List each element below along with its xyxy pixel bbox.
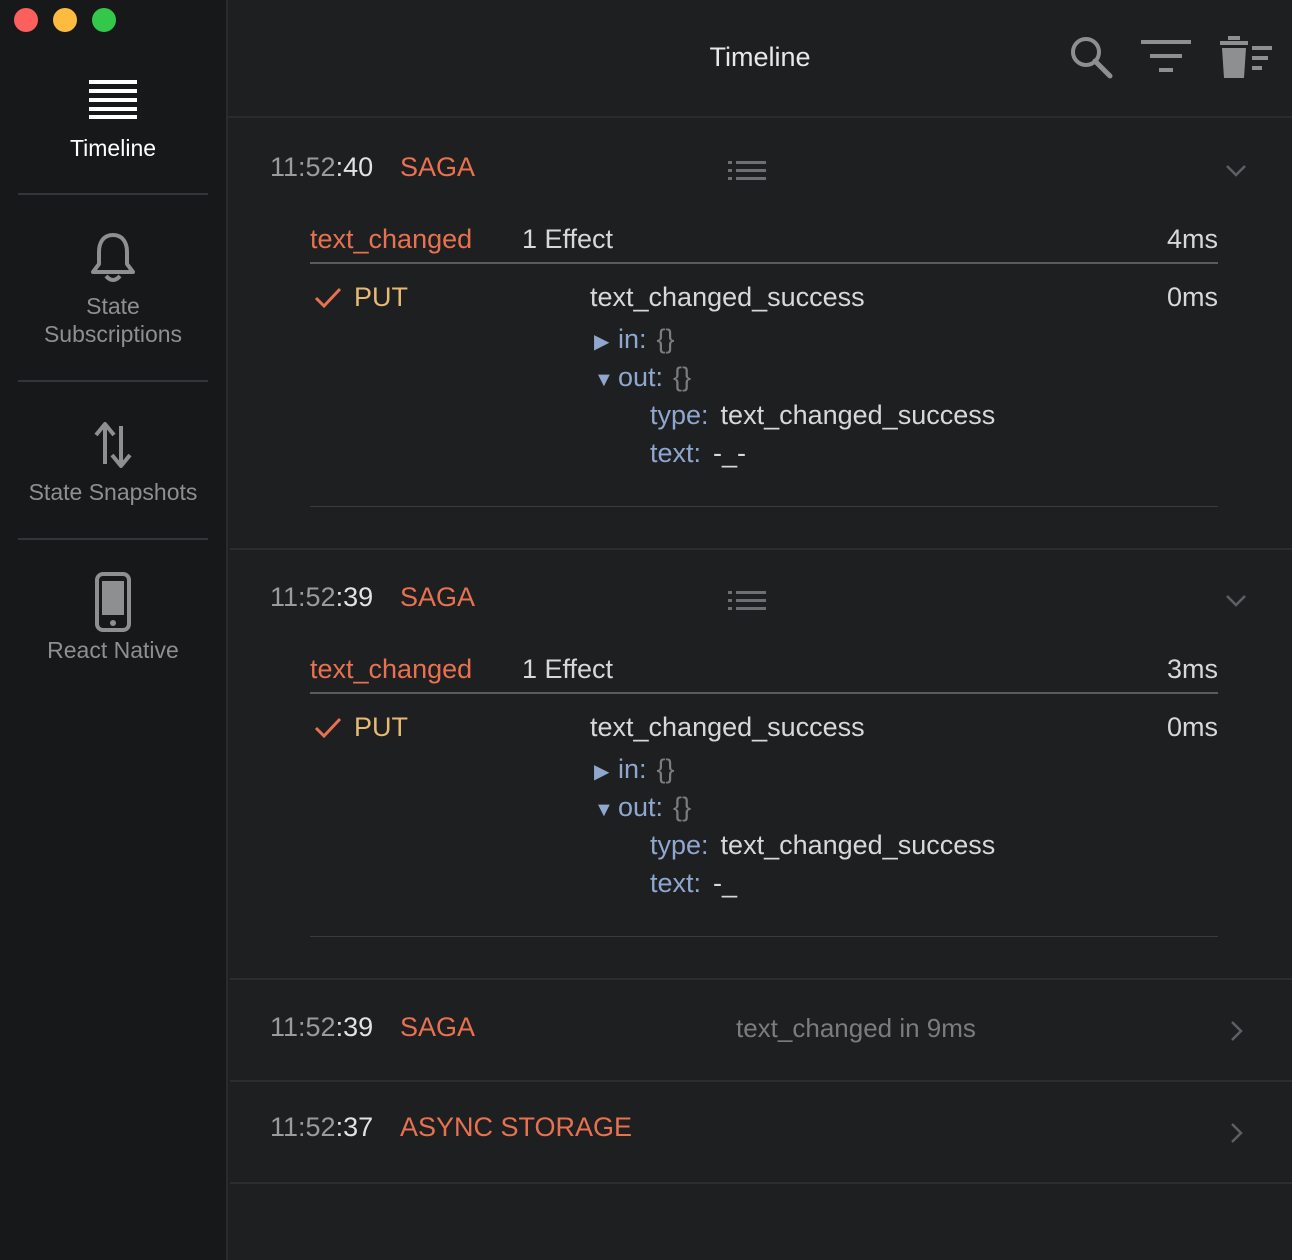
- sidebar-item-label: State: [86, 293, 140, 319]
- entry-time: 11:52:39: [270, 582, 374, 612]
- timeline-entry[interactable]: 11:52:39 SAGA text_changed 1 Effect 3ms …: [230, 550, 1292, 980]
- close-window-button[interactable]: [14, 8, 38, 32]
- saga-name: text_changed: [310, 654, 473, 684]
- tree-node-out[interactable]: ▼ out:{}: [594, 792, 691, 823]
- timeline-entry[interactable]: 11:52:39 SAGA text_changed in 9ms: [230, 980, 1292, 1082]
- window-controls: [14, 8, 116, 32]
- chevron-down-icon[interactable]: [1225, 594, 1247, 608]
- entry-time: 11:52:37: [270, 1112, 374, 1142]
- timeline-entry[interactable]: 11:52:40 SAGA text_changed 1 Effect 4ms …: [230, 120, 1292, 550]
- triangle-right-icon[interactable]: ▶: [594, 329, 618, 354]
- maximize-window-button[interactable]: [92, 8, 116, 32]
- chevron-down-icon[interactable]: [1225, 164, 1247, 178]
- saga-effect: PUT text_changed_success 0ms ▶ in:{} ▼ out…: [310, 712, 1218, 937]
- tree-leaf-type: type: text_changed_success: [650, 830, 996, 860]
- sidebar-item-state-snapshots[interactable]: State Snapshots: [18, 420, 208, 506]
- saga-duration: 3ms: [1166, 654, 1218, 684]
- sidebar-divider: [18, 380, 208, 382]
- tree-leaf-type: type: text_changed_success: [650, 400, 996, 430]
- entry-type: ASYNC STORAGE: [400, 1112, 633, 1142]
- sidebar-item-label: State Snapshots: [28, 479, 198, 505]
- details-list-icon[interactable]: [728, 590, 768, 612]
- saga-effect-count: 1 Effect: [522, 654, 614, 684]
- entry-type: SAGA: [400, 582, 476, 612]
- app-window: Timeline State Subscriptions State Snaps…: [0, 0, 1292, 1260]
- effect-name: text_changed_success: [590, 282, 865, 312]
- triangle-down-icon[interactable]: ▼: [594, 799, 618, 822]
- sidebar: Timeline State Subscriptions State Snaps…: [0, 0, 228, 1260]
- sidebar-item-label: Timeline: [69, 135, 157, 161]
- minimize-window-button[interactable]: [53, 8, 77, 32]
- chevron-right-icon[interactable]: [1230, 1020, 1244, 1042]
- tree-node-out[interactable]: ▼ out:{}: [594, 362, 691, 393]
- entry-type: SAGA: [400, 1012, 476, 1042]
- tree-leaf-text: text: -_-: [650, 438, 747, 468]
- effect-duration: 0ms: [1166, 712, 1218, 742]
- saga-header: text_changed 1 Effect 4ms: [310, 224, 1218, 264]
- sidebar-divider: [18, 538, 208, 540]
- swap-arrows-icon: [94, 422, 132, 468]
- saga-header: text_changed 1 Effect 3ms: [310, 654, 1218, 694]
- trash-icon[interactable]: [1218, 34, 1274, 80]
- sidebar-item-label: React Native: [47, 637, 179, 663]
- saga-effect-count: 1 Effect: [522, 224, 614, 254]
- effect-type: PUT: [354, 712, 408, 742]
- sidebar-item-react-native[interactable]: React Native: [18, 572, 208, 664]
- effect-duration: 0ms: [1166, 282, 1218, 312]
- check-icon: [314, 717, 342, 739]
- sidebar-divider: [18, 193, 208, 195]
- timeline-header: Timeline: [228, 0, 1292, 118]
- entry-time: 11:52:40: [270, 152, 374, 182]
- triangle-down-icon[interactable]: ▼: [594, 369, 618, 392]
- tree-node-in[interactable]: ▶ in:{}: [594, 754, 675, 785]
- timeline-entry[interactable]: 11:52:37 ASYNC STORAGE: [230, 1082, 1292, 1184]
- list-icon: [89, 80, 137, 119]
- tree-leaf-text: text: -_: [650, 868, 738, 898]
- phone-icon: [95, 572, 131, 632]
- saga-duration: 4ms: [1166, 224, 1218, 254]
- page-title: Timeline: [709, 42, 811, 72]
- bell-icon: [91, 233, 135, 282]
- sidebar-item-timeline[interactable]: Timeline: [18, 78, 208, 162]
- sidebar-item-state-subscriptions[interactable]: State Subscriptions: [18, 232, 208, 348]
- effect-name: text_changed_success: [590, 712, 865, 742]
- triangle-right-icon[interactable]: ▶: [594, 759, 618, 784]
- check-icon: [314, 287, 342, 309]
- entry-time: 11:52:39: [270, 1012, 374, 1042]
- search-icon[interactable]: [1068, 34, 1114, 80]
- filter-icon[interactable]: [1140, 38, 1192, 78]
- saga-effect: PUT text_changed_success 0ms ▶ in:{} ▼ out…: [310, 282, 1218, 507]
- sidebar-item-label: Subscriptions: [43, 321, 183, 347]
- details-list-icon[interactable]: [728, 160, 768, 182]
- chevron-right-icon[interactable]: [1230, 1122, 1244, 1144]
- saga-name: text_changed: [310, 224, 473, 254]
- entry-summary: text_changed in 9ms: [736, 1013, 976, 1043]
- effect-type: PUT: [354, 282, 408, 312]
- tree-node-in[interactable]: ▶ in:{}: [594, 324, 675, 355]
- entry-type: SAGA: [400, 152, 476, 182]
